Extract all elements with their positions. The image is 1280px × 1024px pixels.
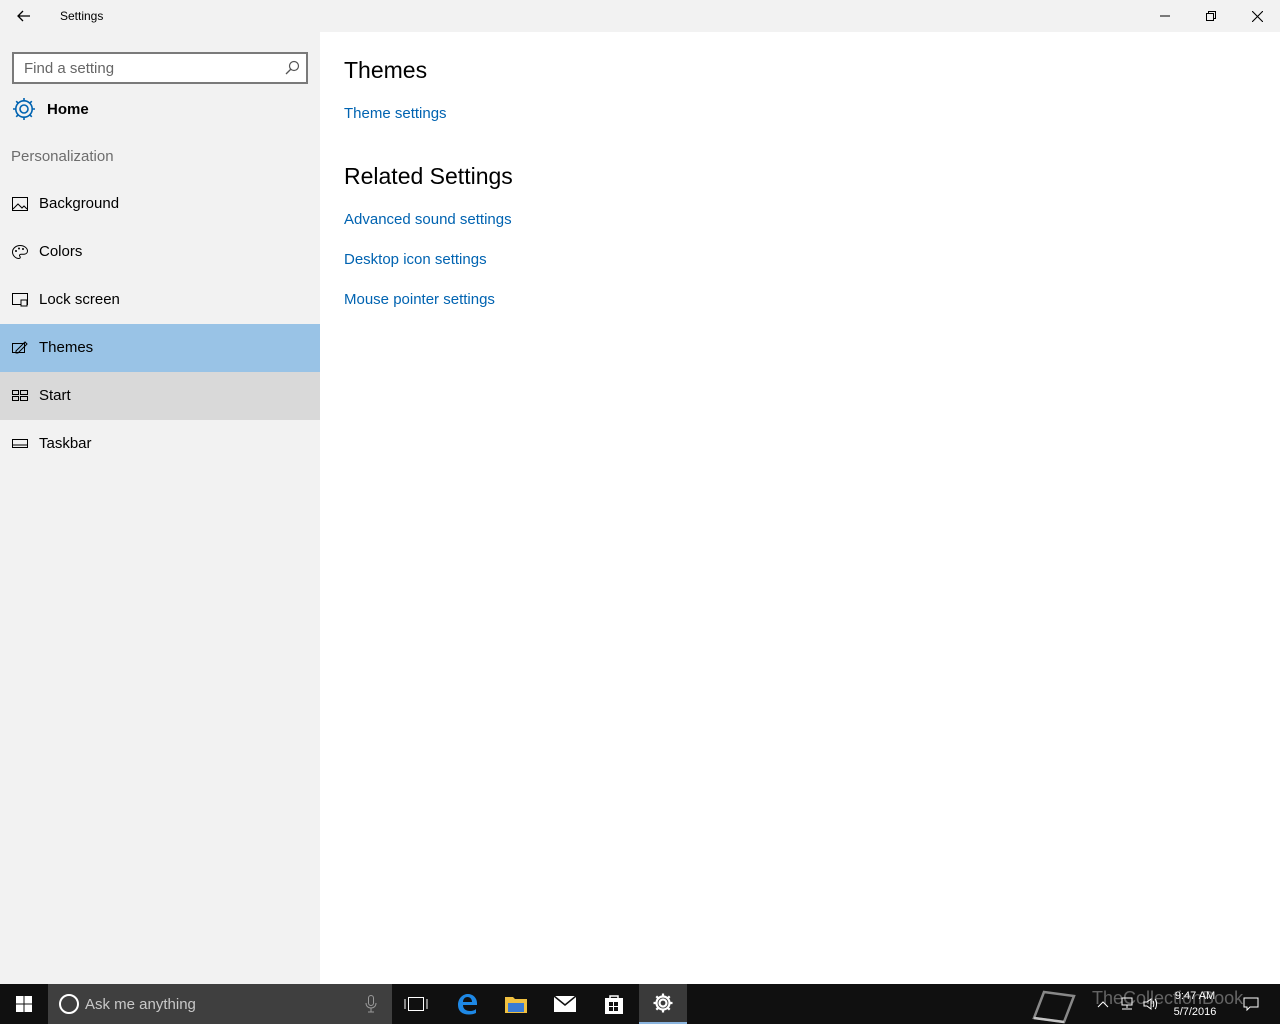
search-box[interactable] [12,52,308,84]
minimize-icon [1160,15,1170,17]
windows-logo-icon [16,996,32,1012]
folder-icon [505,997,527,1013]
search-input[interactable] [14,54,278,82]
sidebar-item-label: Themes [39,339,94,356]
sidebar-item-themes[interactable]: Themes [0,324,320,372]
file-explorer-button[interactable] [492,984,540,1024]
sidebar-item-lock-screen[interactable]: Lock screen [0,276,320,324]
theme-settings-link[interactable]: Theme settings [344,105,447,122]
volume-button[interactable] [1140,984,1162,1024]
speaker-icon [1143,998,1157,1010]
start-icon [12,390,28,401]
section-label: Personalization [11,148,114,165]
sidebar-item-taskbar[interactable]: Taskbar [0,420,320,468]
nav-list: Background Colors Lock screen Themes Sta… [0,180,320,468]
title-bar: Settings [0,0,1280,32]
sidebar-item-label: Background [39,195,120,212]
cortana-placeholder: Ask me anything [85,996,196,1013]
clock-date: 5/7/2016 [1173,1006,1217,1018]
themes-icon [12,341,28,354]
show-hidden-icons-button[interactable] [1094,984,1112,1024]
chevron-up-icon [1097,1001,1109,1008]
search-icon[interactable] [284,60,300,76]
back-arrow-icon [17,10,30,22]
sidebar-item-label: Colors [39,243,83,260]
palette-icon [12,245,28,259]
page-title: Themes [344,57,428,83]
cortana-search-box[interactable]: Ask me anything [48,984,392,1024]
clock[interactable]: 9:47 AM 5/7/2016 [1162,988,1228,1020]
cortana-icon [59,994,79,1014]
home-nav-item[interactable]: Home [0,90,320,128]
window-title: Settings [60,9,104,23]
sidebar-item-start[interactable]: Start [0,372,320,420]
edge-icon [458,994,477,1015]
restore-icon [1206,11,1216,21]
store-bag-icon [605,995,623,1014]
mouse-pointer-settings-link[interactable]: Mouse pointer settings [344,291,495,308]
edge-button[interactable] [443,984,491,1024]
mail-button[interactable] [541,984,589,1024]
sidebar-item-label: Start [39,387,71,404]
sidebar-item-background[interactable]: Background [0,180,320,228]
home-label: Home [47,100,89,118]
store-button[interactable] [590,984,638,1024]
taskbar: Ask me anything TheCollectionBook 9:47 A… [0,984,1280,1024]
restore-button[interactable] [1188,0,1234,32]
mail-icon [553,995,577,1012]
gear-icon [13,98,35,120]
microphone-icon[interactable] [364,995,378,1013]
network-icon [1121,997,1133,1010]
close-button[interactable] [1234,0,1280,32]
task-view-icon [404,997,428,1011]
sidebar-item-label: Lock screen [39,291,120,308]
picture-icon [12,197,28,211]
related-settings-heading: Related Settings [344,163,513,189]
start-button[interactable] [0,984,48,1024]
lock-screen-icon [12,293,28,307]
taskbar-icon [12,439,28,448]
sidebar: Home Personalization Background Colors L… [0,32,320,984]
notification-icon [1243,997,1259,1011]
action-center-button[interactable] [1238,984,1264,1024]
settings-taskbar-button[interactable] [639,984,687,1024]
gear-icon [653,993,673,1013]
watermark-book-icon [1032,990,1076,1024]
network-button[interactable] [1116,984,1138,1024]
minimize-button[interactable] [1142,0,1188,32]
desktop-icon-settings-link[interactable]: Desktop icon settings [344,251,487,268]
advanced-sound-settings-link[interactable]: Advanced sound settings [344,211,512,228]
back-button[interactable] [0,0,48,32]
content-pane: Themes Theme settings Related Settings A… [320,32,1280,984]
close-icon [1251,10,1263,22]
sidebar-item-label: Taskbar [39,435,92,452]
task-view-button[interactable] [392,984,440,1024]
clock-time: 9:47 AM [1174,990,1216,1002]
sidebar-item-colors[interactable]: Colors [0,228,320,276]
